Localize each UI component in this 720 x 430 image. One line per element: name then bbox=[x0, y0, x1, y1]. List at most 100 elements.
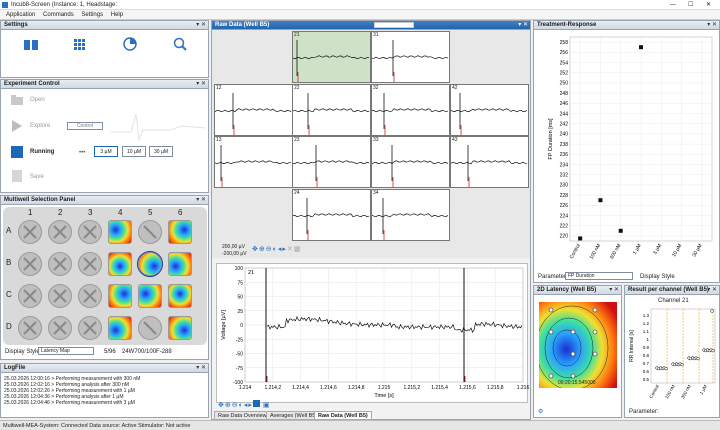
well-D6[interactable] bbox=[168, 316, 192, 340]
well-A4[interactable] bbox=[108, 220, 132, 244]
panel-controls[interactable]: ▾ ✕ bbox=[609, 286, 619, 295]
menu-help[interactable]: Help bbox=[111, 10, 123, 20]
menu-commands[interactable]: Commands bbox=[43, 10, 74, 20]
electrode-cell[interactable]: 33 bbox=[371, 136, 450, 188]
panel-controls[interactable]: ▾ ✕ bbox=[707, 21, 717, 30]
zoom-icon[interactable] bbox=[173, 37, 187, 51]
display-style-select[interactable]: Latency Map bbox=[38, 347, 94, 355]
open-folder-icon[interactable] bbox=[10, 94, 24, 106]
close-x-icon[interactable]: ✕ bbox=[287, 246, 294, 253]
electrode-cell[interactable]: 13 bbox=[214, 136, 293, 188]
zoom-out-icon[interactable]: ⊖ bbox=[232, 402, 239, 409]
well-C1[interactable] bbox=[18, 284, 42, 308]
explore-label[interactable]: Explore bbox=[30, 123, 50, 129]
well-A1[interactable] bbox=[18, 220, 42, 244]
electrode-cell[interactable]: 12 bbox=[214, 84, 293, 136]
y-tick: 234 bbox=[560, 162, 569, 168]
well-A5[interactable] bbox=[138, 220, 162, 244]
electrode-cell[interactable]: 32 bbox=[371, 84, 450, 136]
settings-gear-icon[interactable]: ⚙ bbox=[538, 408, 543, 415]
pan-icon[interactable]: ✥ bbox=[252, 246, 259, 253]
parameter-select[interactable]: FP Duration bbox=[565, 272, 633, 280]
dose-3uM-button[interactable]: 3 µM bbox=[94, 146, 118, 157]
explore-select[interactable]: Control bbox=[67, 122, 103, 130]
electrode-cell[interactable]: 23 bbox=[292, 136, 371, 188]
electrode-cell[interactable]: 31 bbox=[371, 31, 450, 83]
close-button[interactable]: ✕ bbox=[706, 0, 711, 10]
book-icon[interactable] bbox=[23, 38, 39, 52]
zoom-in-icon[interactable]: ⊕ bbox=[225, 402, 232, 409]
maximize-button[interactable]: ☐ bbox=[688, 0, 693, 10]
minimize-button[interactable]: — bbox=[670, 0, 676, 10]
well-C4[interactable] bbox=[108, 284, 132, 308]
stop-icon[interactable] bbox=[252, 400, 260, 407]
well-C6[interactable] bbox=[168, 284, 192, 308]
tab-averages[interactable]: Averages (Well B5) bbox=[266, 411, 322, 420]
well-B2[interactable] bbox=[48, 252, 72, 276]
nav-icon[interactable]: ◂▸ bbox=[244, 402, 253, 409]
mini-trace bbox=[214, 93, 292, 135]
panel-controls[interactable]: ▾ ✕ bbox=[196, 196, 206, 205]
save-icon[interactable]: ▣ bbox=[263, 402, 271, 409]
well-A3[interactable] bbox=[78, 220, 102, 244]
panel-controls[interactable]: ▾ ✕ bbox=[196, 80, 206, 89]
electrode-cell[interactable]: 34 bbox=[371, 189, 450, 241]
electrode-cell[interactable]: 24 bbox=[292, 189, 371, 241]
column-label: 3 bbox=[88, 208, 93, 217]
panel-controls[interactable]: ▾ ✕ bbox=[518, 21, 528, 30]
menu-settings[interactable]: Settings bbox=[81, 10, 103, 20]
well-B1[interactable] bbox=[18, 252, 42, 276]
tab-raw-data-overview[interactable]: Raw Data Overview bbox=[214, 411, 271, 420]
trace-svg: 1007550250-25-50-75-1001.214 1.214,2 1.214… bbox=[221, 266, 529, 399]
display-style-button[interactable]: Display Style bbox=[640, 274, 675, 280]
electrode-cell[interactable]: 42 bbox=[450, 84, 529, 136]
latency-panel: 2D Latency (Well B5) ▾ ✕ 00:20:15.545000 … bbox=[533, 285, 622, 418]
pie-chart-icon[interactable] bbox=[123, 37, 137, 51]
well-D2[interactable] bbox=[48, 316, 72, 340]
menu-application[interactable]: Application bbox=[6, 10, 35, 20]
open-label[interactable]: Open bbox=[30, 97, 45, 103]
electrode-cell[interactable]: 21 bbox=[292, 31, 371, 83]
zoom-in-icon[interactable]: ⊕ bbox=[259, 246, 266, 253]
panel-controls[interactable]: ▾ ✕ bbox=[196, 21, 206, 30]
prev-icon[interactable]: ◂▸ bbox=[278, 246, 287, 253]
well-B3[interactable] bbox=[78, 252, 102, 276]
well-C5[interactable] bbox=[138, 284, 162, 308]
well-B4[interactable] bbox=[108, 252, 132, 276]
well-B5[interactable] bbox=[137, 251, 163, 277]
well-A6[interactable] bbox=[168, 220, 192, 244]
save-label[interactable]: Save bbox=[30, 174, 44, 180]
well-D4[interactable] bbox=[108, 316, 132, 340]
panel-controls[interactable]: ▾ ✕ bbox=[707, 286, 717, 295]
multiwell-title: Multiwell Selection Panel bbox=[4, 197, 76, 203]
well-D5[interactable] bbox=[138, 316, 162, 340]
tab-raw-data[interactable]: Raw Data (Well B5) bbox=[314, 411, 372, 420]
pan-icon[interactable]: ✥ bbox=[218, 402, 225, 409]
well-C2[interactable] bbox=[48, 284, 72, 308]
save-document-icon[interactable] bbox=[11, 169, 23, 183]
well-A2[interactable] bbox=[48, 220, 72, 244]
zoom-out-icon[interactable]: ⊖ bbox=[266, 246, 273, 253]
more-dots[interactable]: ••• bbox=[79, 150, 85, 156]
x-tick: 1.215 bbox=[378, 385, 391, 391]
well-B6[interactable] bbox=[168, 252, 192, 276]
well-D1[interactable] bbox=[18, 316, 42, 340]
well-D3[interactable] bbox=[78, 316, 102, 340]
dose-10uM-button[interactable]: 10 µM bbox=[122, 146, 146, 157]
well-C3[interactable] bbox=[78, 284, 102, 308]
stop-icon[interactable] bbox=[11, 146, 23, 158]
column-label: 2 bbox=[58, 208, 63, 217]
panel-controls[interactable]: ▾ ✕ bbox=[196, 364, 206, 373]
electrode-label: 43 bbox=[452, 137, 458, 143]
dose-30uM-button[interactable]: 30 µM bbox=[149, 146, 173, 157]
electrode-label: 31 bbox=[373, 32, 379, 38]
x-tick: 300 nM bbox=[609, 243, 623, 260]
electrode-cell[interactable]: 43 bbox=[450, 136, 529, 188]
grid-icon[interactable] bbox=[73, 38, 87, 52]
play-icon[interactable] bbox=[11, 120, 23, 132]
grid-view-icon[interactable]: ▦ bbox=[294, 246, 302, 253]
electrode-cell[interactable]: 22 bbox=[292, 84, 371, 136]
plate-id: 24W700/100F-288 bbox=[122, 349, 172, 355]
trace-toolbar: ✥⊕⊖◐◂▸ ▣ bbox=[218, 400, 270, 409]
electrode-label: 21 bbox=[294, 32, 300, 38]
